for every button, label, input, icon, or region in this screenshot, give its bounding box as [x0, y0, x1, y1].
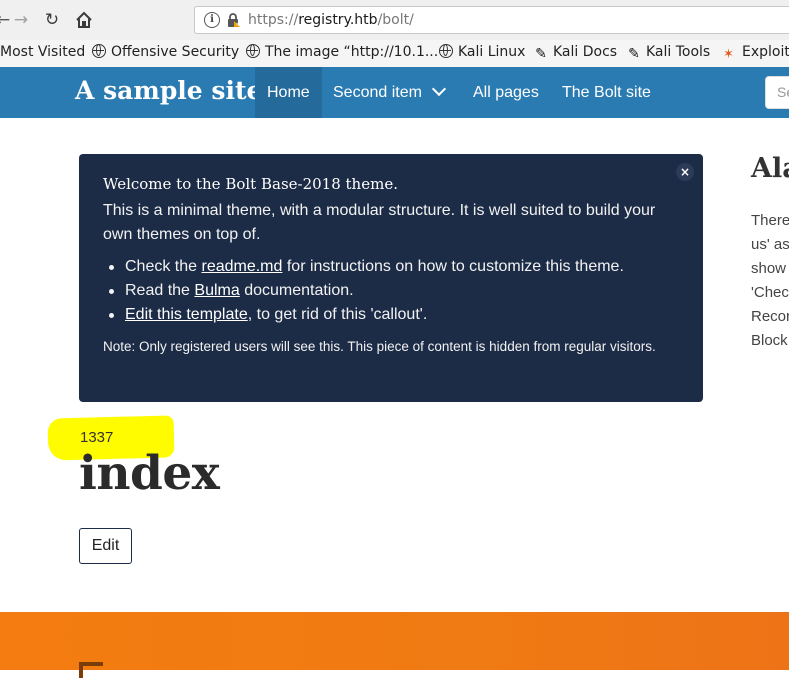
nav-label: Second item [333, 84, 422, 101]
bookmark-kali-linux[interactable]: Kali Linux [439, 44, 525, 60]
readme-link[interactable]: readme.md [201, 258, 282, 275]
globe-icon [246, 44, 260, 58]
bookmark-label: Exploit [742, 44, 789, 60]
bookmark-offensive-security[interactable]: Offensive Security [92, 44, 239, 60]
nav-item-all-pages[interactable]: All pages [473, 67, 539, 118]
bookmark-label: Most Visited [0, 44, 86, 60]
callout-intro: This is a minimal theme, with a modular … [103, 202, 656, 243]
url-host: registry.htb [298, 12, 378, 28]
sidebar-title: Ala [751, 153, 789, 184]
bookmark-kali-tools[interactable]: ✎ Kali Tools [627, 44, 710, 61]
globe-icon [92, 44, 106, 58]
site-navbar: A sample site Home Second item All pages… [0, 67, 789, 118]
callout-title: Welcome to the Bolt Base-2018 theme. [103, 175, 398, 193]
sidebar-text: There us' as show 'Chec Recor Block [751, 209, 789, 353]
item-text: , to get rid of this 'callout'. [247, 306, 428, 323]
url-path: /bolt/ [377, 12, 414, 28]
bookmark-kali-docs[interactable]: ✎ Kali Docs [534, 44, 617, 61]
list-item: Read the Bulma documentation. [103, 279, 624, 303]
bookmark-label: Kali Docs [553, 44, 618, 60]
bulma-link[interactable]: Bulma [194, 282, 239, 299]
bookmark-image[interactable]: The image “http://10.1... [246, 44, 438, 60]
bookmark-exploit[interactable]: ✶ Exploit [723, 44, 789, 62]
edit-button[interactable]: Edit [79, 528, 132, 564]
item-text: for instructions on how to customize thi… [282, 258, 624, 275]
address-bar[interactable]: i https://registry.htb/bolt/ [194, 6, 789, 34]
info-icon[interactable]: i [204, 12, 220, 28]
globe-icon [439, 44, 453, 58]
edit-template-link[interactable]: Edit this template [125, 306, 248, 323]
bookmark-label: The image “http://10.1... [265, 44, 439, 60]
url-scheme: https:// [248, 12, 299, 28]
sidebar-line: show [751, 260, 787, 277]
reload-icon[interactable]: ↻ [41, 9, 63, 31]
url-text: https://registry.htb/bolt/ [248, 12, 414, 28]
list-item: Check the readme.md for instructions on … [103, 255, 624, 279]
bookmark-label: Kali Tools [646, 44, 711, 60]
nav-label: All pages [473, 84, 539, 101]
nav-item-bolt-site[interactable]: The Bolt site [562, 67, 651, 118]
site-brand[interactable]: A sample site [75, 76, 262, 105]
sidebar-line: Recor [751, 308, 789, 325]
list-item: Edit this template, to get rid of this '… [103, 303, 624, 327]
bookmark-most-visited[interactable]: Most Visited [0, 44, 85, 60]
nav-item-home[interactable]: Home [255, 67, 322, 118]
bookmark-label: Kali Linux [458, 44, 526, 60]
callout-list: Check the readme.md for instructions on … [103, 255, 624, 327]
item-text: Check the [125, 258, 202, 275]
search-placeholder: Se [777, 84, 789, 100]
sidebar-line: us' as [751, 236, 789, 253]
browser-toolbar: ← → ↻ i https://registry.htb/bolt/ [0, 0, 789, 40]
nav-label: Home [267, 84, 310, 101]
kali-dragon-icon: ✎ [628, 46, 640, 62]
sidebar-line: There [751, 212, 789, 229]
forward-arrow-icon[interactable]: → [10, 9, 32, 31]
callout-note: Note: Only registered users will see thi… [103, 339, 656, 354]
lock-icon[interactable] [225, 12, 241, 28]
home-icon[interactable] [73, 9, 95, 31]
footer-heading-fragment [79, 662, 103, 678]
bookmarks-bar: Most Visited Offensive Security The imag… [0, 40, 789, 68]
bookmark-label: Offensive Security [111, 44, 240, 60]
item-text: documentation. [239, 282, 354, 299]
sidebar-line: 'Chec [751, 284, 789, 301]
exploit-db-icon: ✶ [723, 47, 734, 62]
sidebar-line: Block [751, 332, 788, 349]
page-footer [0, 612, 789, 678]
highlighted-number: 1337 [80, 429, 114, 446]
nav-item-second[interactable]: Second item [333, 67, 447, 118]
welcome-callout: × Welcome to the Bolt Base-2018 theme. T… [79, 154, 703, 402]
nav-label: The Bolt site [562, 84, 651, 101]
chevron-down-icon [431, 81, 447, 97]
kali-dragon-icon: ✎ [535, 46, 547, 62]
search-input[interactable]: Se [765, 76, 789, 109]
page-title: index [79, 446, 220, 501]
close-icon[interactable]: × [676, 163, 694, 181]
item-text: Read the [125, 282, 195, 299]
